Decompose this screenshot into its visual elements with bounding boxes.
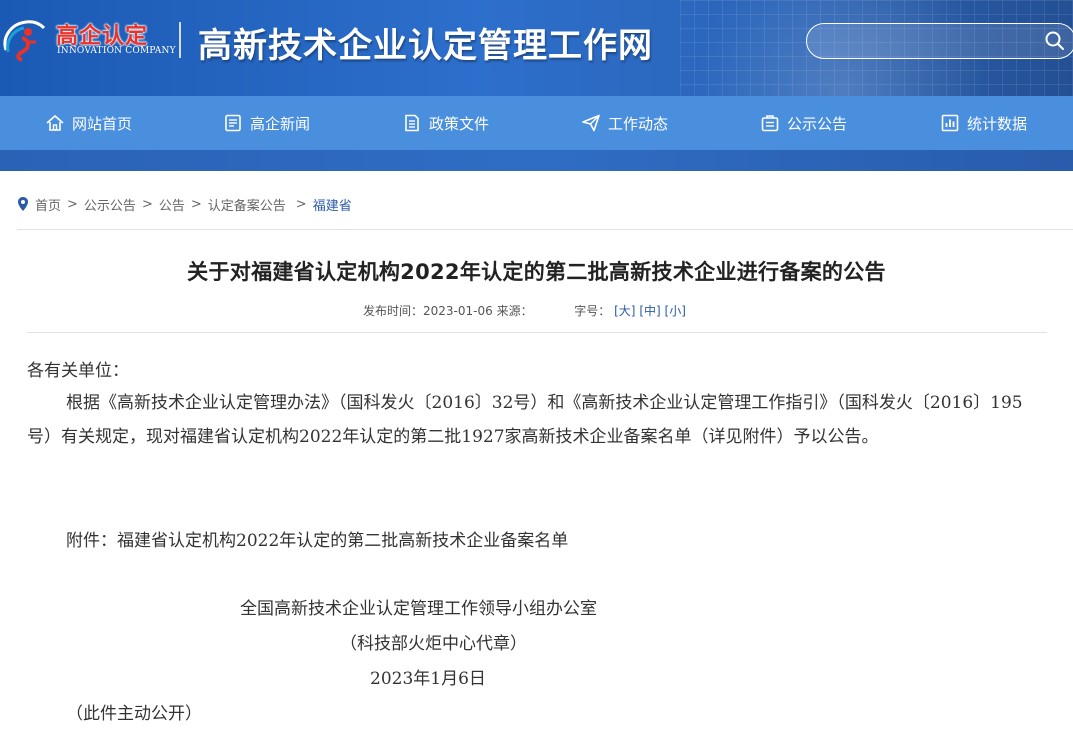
site-header: 高企认定 INNOVATION COMPANY 高新技术企业认定管理工作网 <box>0 0 1073 96</box>
breadcrumb-current[interactable]: 福建省 <box>313 195 352 214</box>
font-size-label: 字号： <box>574 304 611 318</box>
attachment-line[interactable]: 附件：福建省认定机构2022年认定的第二批高新技术企业备案名单 <box>66 524 568 558</box>
breadcrumb-filing-notice[interactable]: 认定备案公告 <box>208 195 286 214</box>
nav-label: 网站首页 <box>72 114 133 133</box>
source-label: 来源： <box>496 304 533 318</box>
nav-item-announcement[interactable]: 公示公告 <box>760 96 847 150</box>
breadcrumb-separator: > <box>295 196 307 212</box>
nav-item-home[interactable]: 网站首页 <box>45 96 132 150</box>
nav-item-policy[interactable]: 政策文件 <box>402 96 489 150</box>
breadcrumb-separator: > <box>67 196 78 212</box>
home-icon <box>46 114 64 131</box>
breadcrumb-home[interactable]: 首页 <box>35 195 61 214</box>
font-size-small[interactable]: [小] <box>665 304 686 318</box>
divider <box>27 332 1047 333</box>
disclosure-note: （此件主动公开） <box>66 704 202 724</box>
nav-label: 公示公告 <box>787 114 848 133</box>
search-box <box>806 23 1073 59</box>
nav-item-statistics[interactable]: 统计数据 <box>940 96 1027 150</box>
breadcrumb-announcements[interactable]: 公示公告 <box>84 195 136 214</box>
logo-divider <box>179 22 181 58</box>
font-size-medium[interactable]: [中] <box>639 304 660 318</box>
send-icon <box>582 114 600 132</box>
location-pin-icon <box>18 197 28 211</box>
nav-label: 政策文件 <box>429 114 490 133</box>
breadcrumb-notice[interactable]: 公告 <box>159 195 185 214</box>
signature-org: 全国高新技术企业认定管理工作领导小组办公室 <box>240 599 597 619</box>
main-nav: 网站首页 高企新闻 政策文件 工作动态 公示公告 统计数据 <box>0 96 1073 150</box>
nav-underband <box>0 150 1073 171</box>
logo-subtext: INNOVATION COMPANY <box>57 46 176 56</box>
signature-sub: （科技部火炬中心代章） <box>340 634 527 654</box>
salutation: 各有关单位： <box>27 361 129 381</box>
nav-label: 工作动态 <box>608 114 669 133</box>
nav-item-work[interactable]: 工作动态 <box>581 96 668 150</box>
publish-label: 发布时间： <box>363 304 424 318</box>
search-icon[interactable] <box>1044 30 1066 52</box>
nav-label: 统计数据 <box>967 114 1028 133</box>
article-paragraph: 根据《高新技术企业认定管理办法》（国科发火〔2016〕32号）和《高新技术企业认… <box>27 393 1023 447</box>
announcement-icon <box>761 115 779 132</box>
font-size-large[interactable]: [大] <box>614 304 635 318</box>
nav-label: 高企新闻 <box>250 114 311 133</box>
site-title: 高新技术企业认定管理工作网 <box>198 26 653 66</box>
breadcrumb-separator: > <box>141 196 153 212</box>
article-meta: 发布时间：2023-01-06 来源： 字号： [大] [中] [小] <box>363 302 686 319</box>
news-icon <box>225 114 241 132</box>
divider <box>17 229 1073 230</box>
breadcrumb-separator: > <box>190 196 202 212</box>
logo-icon[interactable] <box>0 12 48 64</box>
signature-date: 2023年1月6日 <box>370 669 486 689</box>
article-title: 关于对福建省认定机构2022年认定的第二批高新技术企业进行备案的公告 <box>187 260 886 284</box>
document-icon <box>405 114 419 132</box>
nav-item-news[interactable]: 高企新闻 <box>223 96 310 150</box>
breadcrumb: 首页 > 公示公告 > 公告 > 认定备案公告 > 福建省 <box>17 194 352 214</box>
publish-date: 2023-01-06 <box>423 304 493 318</box>
search-input[interactable] <box>819 29 1039 53</box>
chart-icon <box>941 114 959 132</box>
